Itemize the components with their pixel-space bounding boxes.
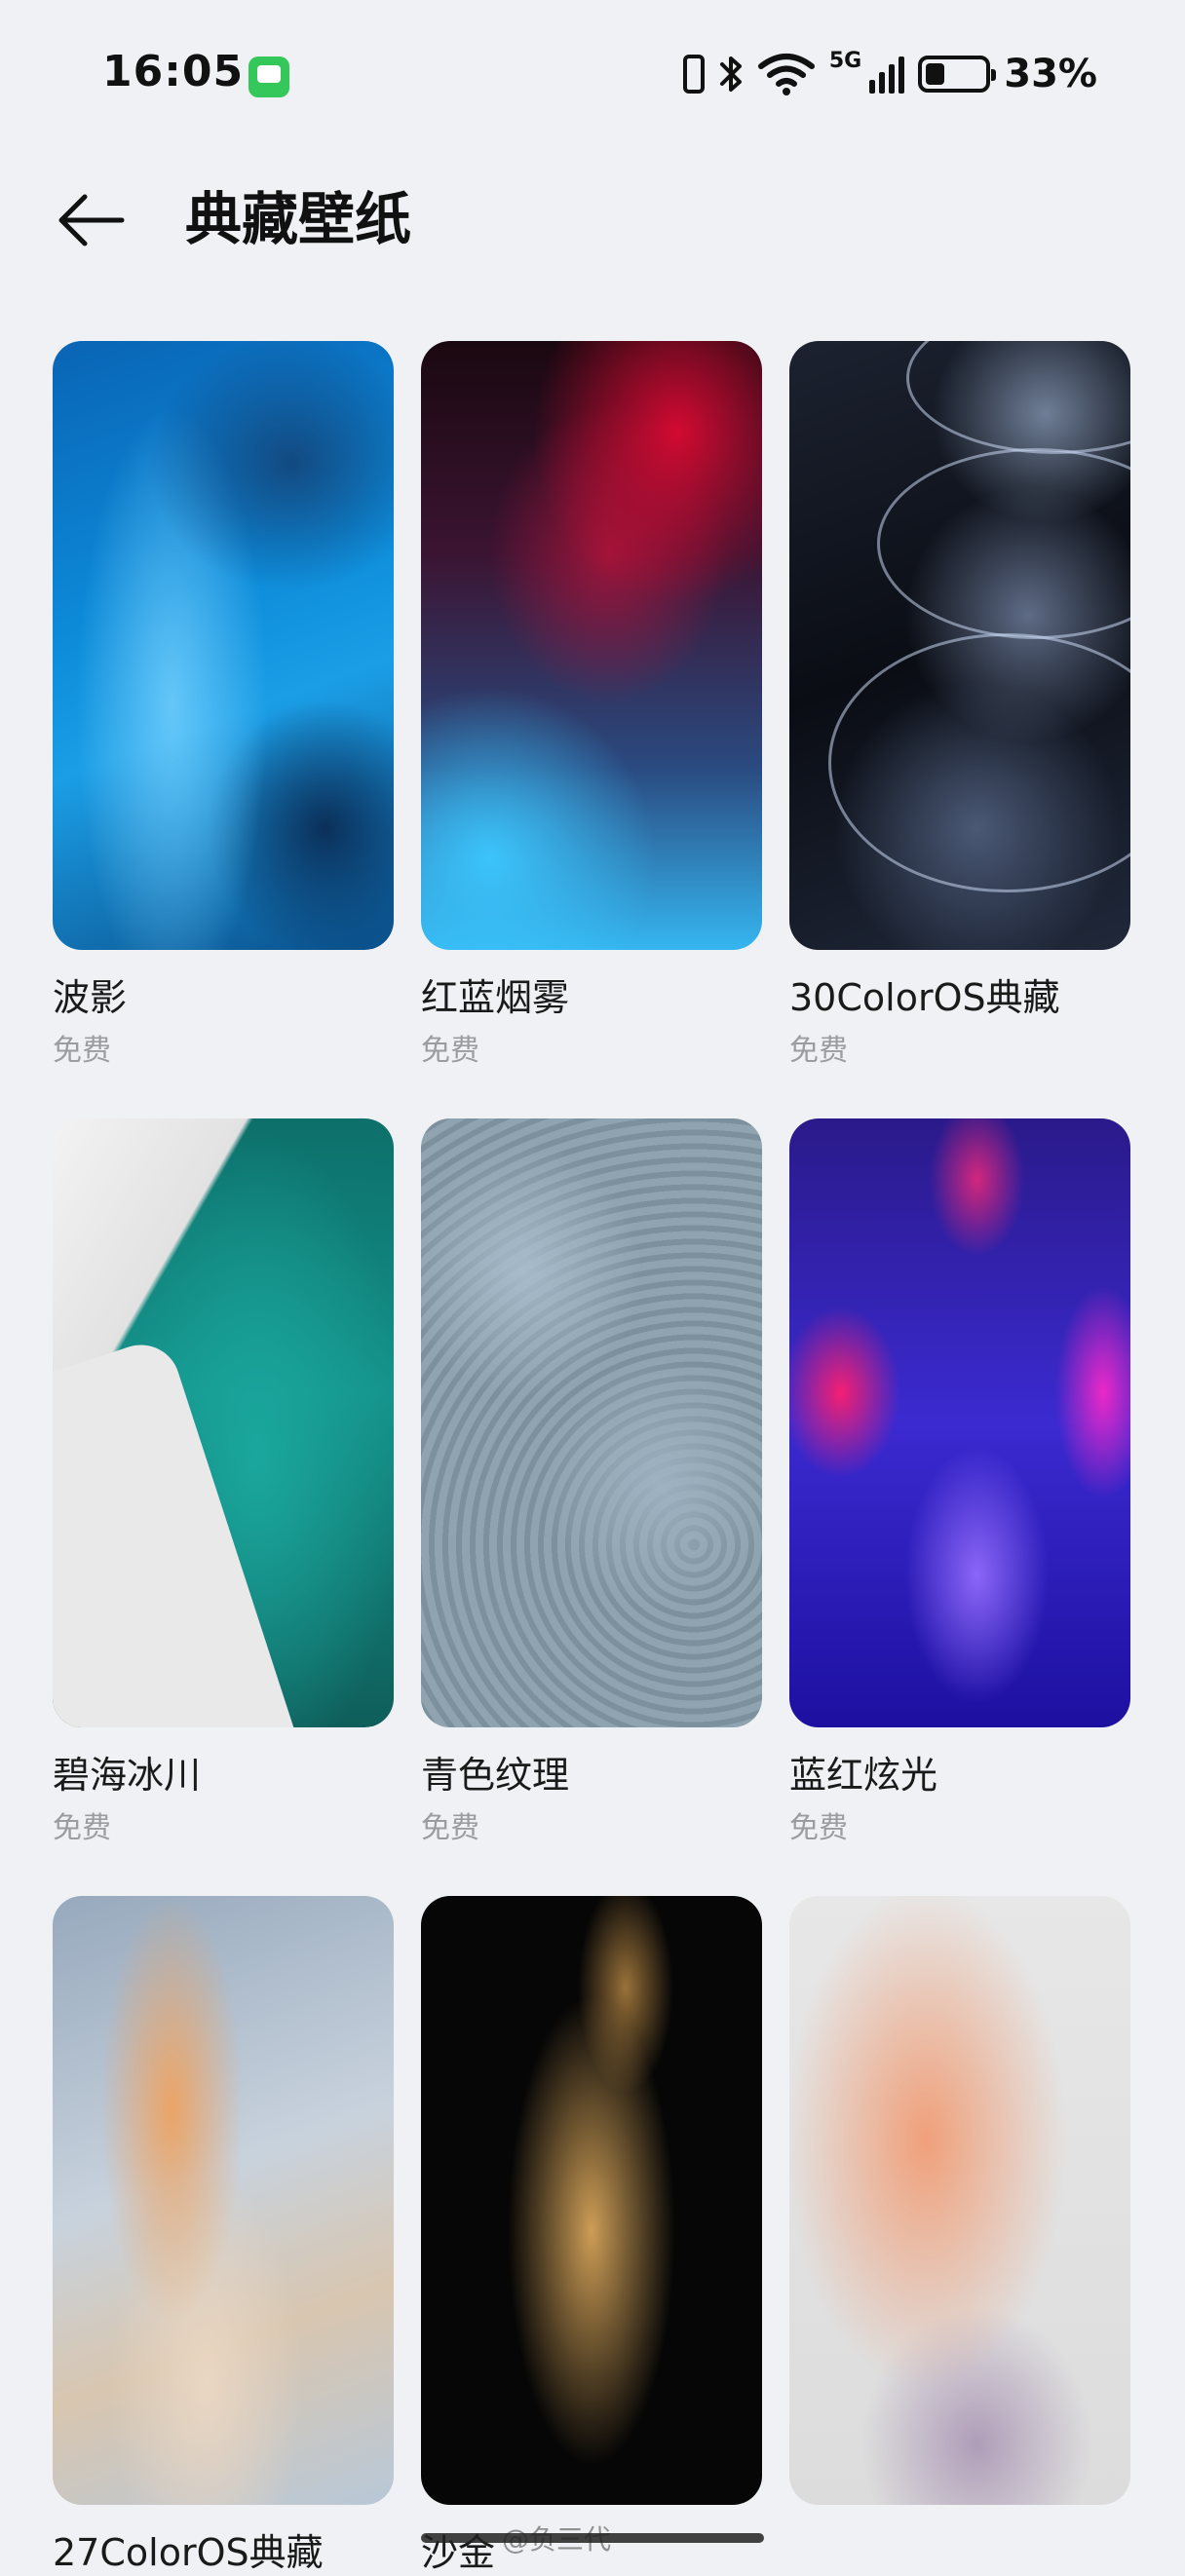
wallpaper-thumbnail[interactable] xyxy=(789,1118,1130,1727)
wallpaper-thumbnail[interactable] xyxy=(53,1118,394,1727)
wallpaper-price: 免费 xyxy=(789,1034,848,1068)
wallpaper-thumbnail[interactable] xyxy=(421,1896,762,2505)
decorative-ring xyxy=(828,633,1130,892)
decorative-ring xyxy=(877,448,1130,639)
wallpaper-thumbnail[interactable] xyxy=(53,1896,394,2505)
wallpaper-name: 沙金 xyxy=(421,2531,496,2574)
wallpaper-name: 27ColorOS典藏 xyxy=(53,2531,324,2574)
bluetooth-icon xyxy=(719,57,742,92)
wallpaper-thumbnail[interactable] xyxy=(53,341,394,950)
status-icons: 5G 33% xyxy=(682,47,1097,101)
wallpaper-price: 免费 xyxy=(421,1811,479,1845)
decorative-ring xyxy=(906,341,1130,454)
wallpaper-card[interactable]: 30ColorOS典藏 免费 xyxy=(789,341,1130,1068)
wallpaper-thumbnail[interactable] xyxy=(789,341,1130,950)
arrow-left-icon xyxy=(58,194,125,246)
wallpaper-card[interactable]: 碧海冰川 免费 xyxy=(53,1118,394,1845)
message-icon xyxy=(248,57,289,97)
battery-percent: 33% xyxy=(1004,52,1097,96)
network-type-label: 5G xyxy=(828,48,862,73)
wallpaper-card[interactable]: 27ColorOS典藏 xyxy=(53,1896,394,2574)
wallpaper-price: 免费 xyxy=(789,1811,848,1845)
wallpaper-card[interactable]: 波影 免费 xyxy=(53,341,394,1068)
wallpaper-card[interactable]: 沙金 xyxy=(421,1896,762,2574)
wallpaper-name: 碧海冰川 xyxy=(53,1754,202,1797)
wallpaper-card[interactable]: 红蓝烟雾 免费 xyxy=(421,341,762,1068)
home-indicator[interactable] xyxy=(421,2533,764,2543)
battery-icon xyxy=(918,56,997,93)
wallpaper-name: 30ColorOS典藏 xyxy=(789,976,1060,1019)
status-time: 16:05 xyxy=(102,47,245,96)
status-bar: 16:05 5G 33% xyxy=(0,0,1185,146)
wallpaper-name: 青色纹理 xyxy=(421,1754,570,1797)
wallpaper-card[interactable] xyxy=(789,1896,1130,2505)
wallpaper-card[interactable]: 青色纹理 免费 xyxy=(421,1118,762,1845)
page-title: 典藏壁纸 xyxy=(185,186,412,252)
wallpaper-card[interactable]: 蓝红炫光 免费 xyxy=(789,1118,1130,1845)
wallpaper-price: 免费 xyxy=(421,1034,479,1068)
wallpaper-thumbnail[interactable] xyxy=(421,1118,762,1727)
wallpaper-name: 蓝红炫光 xyxy=(789,1754,938,1797)
wallpaper-price: 免费 xyxy=(53,1811,111,1845)
vibrate-icon xyxy=(682,55,705,94)
signal-icon xyxy=(869,55,905,94)
wallpaper-name: 波影 xyxy=(53,976,128,1019)
wifi-icon xyxy=(757,54,815,95)
wallpaper-thumbnail[interactable] xyxy=(421,341,762,950)
wallpaper-name: 红蓝烟雾 xyxy=(421,976,570,1019)
back-button[interactable] xyxy=(51,180,131,260)
battery-fill xyxy=(926,63,945,85)
wallpaper-price: 免费 xyxy=(53,1034,111,1068)
wallpaper-thumbnail[interactable] xyxy=(789,1896,1130,2505)
